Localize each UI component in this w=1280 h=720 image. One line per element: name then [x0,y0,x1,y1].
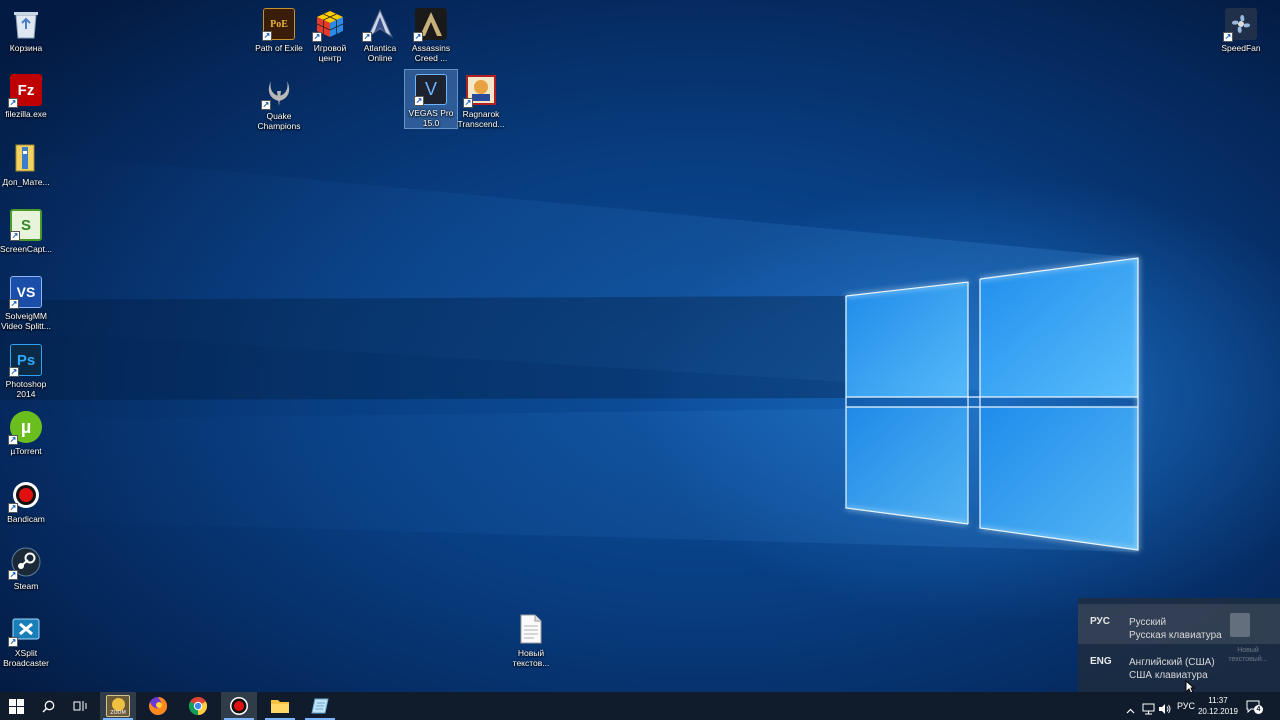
network-button[interactable] [1142,700,1155,719]
start-button[interactable] [0,692,32,720]
recycle-bin-icon [10,8,42,40]
chevron-up-icon [1126,708,1135,714]
task-view-icon [73,701,87,711]
assassins-creed-icon: ↗ [413,8,447,42]
taskbar-app-bandicam[interactable] [221,692,257,720]
input-language-flyout: РУС Русский Русская клавиатура ENG Англи… [1078,598,1280,692]
desktop-icon-recycle-bin[interactable]: Корзина [0,4,52,66]
desktop-icon-photoshop[interactable]: Ps ↗ Photoshop 2014 [0,340,52,402]
network-icon [1142,703,1155,715]
text-file-icon [515,613,547,645]
filezilla-icon: Fz ↗ [8,74,42,108]
desktop-icon-vegas-pro[interactable]: V ↗ VEGAS Pro 15.0 [404,69,458,129]
folder-icon [271,700,289,713]
record-icon [230,697,248,715]
screencapture-icon: S ↗ [10,209,42,241]
desktop-icon-utorrent[interactable]: µ ↗ µTorrent [0,407,52,469]
desktop-icon-bandicam[interactable]: ↗ Bandicam [0,475,52,537]
windows-start-icon [8,698,24,714]
ghost-file-label: Новый текстовый... [1228,647,1268,663]
speaker-icon [1159,704,1171,714]
taskbar-app-notepad[interactable] [302,692,338,720]
language-option-russian[interactable]: РУС Русский Русская клавиатура [1078,604,1280,644]
desktop-icon-atlantica[interactable]: ↗ Atlantica Online [354,4,406,66]
input-language-indicator[interactable]: РУС [1177,701,1195,711]
game-center-icon: ↗ [312,8,346,42]
speedfan-icon: ↗ [1223,8,1257,42]
taskbar-app-firefox[interactable] [140,692,176,720]
desktop-icon-quake-champions[interactable]: ↗ Quake Champions [253,72,305,134]
taskbar-app-chrome[interactable] [180,692,216,720]
volume-button[interactable] [1158,700,1171,719]
desktop-icon-game-center[interactable]: ↗ Игровой центр [304,4,356,66]
desktop-icon-solveigmm[interactable]: VS ↗ SolveigMM Video Splitt... [0,272,52,334]
desktop-wallpaper[interactable] [0,0,1280,692]
notepad-icon [311,698,329,714]
desktop-icon-ragnarok[interactable]: ↗ Ragnarok Transcend... [455,70,507,132]
atlantica-icon: ↗ [362,8,396,42]
taskbar-app-file-explorer[interactable] [262,692,298,720]
chrome-icon [188,697,208,715]
steam-icon: ↗ [8,546,42,580]
desktop-icon-new-text-file[interactable]: Новый текстов... [505,609,557,671]
zoom-player-icon: ZOOM [106,695,130,717]
windows-logo-light [0,150,1139,552]
quake-icon: ↗ [261,76,295,110]
clock[interactable]: 11:37 20.12.2019 [1196,695,1240,717]
show-hidden-icons-button[interactable] [1126,701,1135,720]
language-option-english[interactable]: ENG Английский (США) США клавиатура Новы… [1078,644,1280,684]
desktop-icon-speedfan[interactable]: ↗ SpeedFan [1215,4,1267,66]
bandicam-icon: ↗ [8,479,42,513]
photoshop-icon: Ps ↗ [9,344,42,377]
desktop-icon-path-of-exile[interactable]: PoE ↗ Path of Exile [253,4,305,66]
desktop-icon-steam[interactable]: ↗ Steam [0,542,52,604]
task-view-button[interactable] [64,692,96,720]
utorrent-icon: µ ↗ [8,411,42,445]
desktop-icon-filezilla[interactable]: Fz ↗ filezilla.exe [0,70,52,132]
ragnarok-icon: ↗ [463,74,497,108]
taskbar-app-zoom[interactable]: ZOOM [100,692,136,720]
path-of-exile-icon: PoE ↗ [262,8,295,41]
desktop-icon-assassins-creed[interactable]: ↗ Assassins Creed ... [405,4,457,66]
desktop-icon-xsplit[interactable]: ↗ XSplit Broadcaster [0,609,52,671]
folder-archive-icon [10,142,42,174]
action-center-button[interactable]: 4 [1246,698,1264,714]
firefox-icon [149,696,168,715]
ghost-file-icon [1230,613,1250,637]
search-button[interactable] [32,692,64,720]
search-icon [41,700,54,713]
desktop-icon-dop-materials[interactable]: Доп_Мате... [0,138,52,200]
notification-count-badge: 4 [1254,705,1263,714]
solveigmm-icon: VS ↗ [9,276,42,309]
taskbar: ZOOM РУС 11:37 20.12.2019 4 [0,692,1280,720]
vegas-pro-icon: V ↗ [414,74,447,106]
xsplit-icon: ↗ [8,613,42,647]
desktop-icon-screencapture[interactable]: S ↗ ScreenCapt... [0,205,52,267]
